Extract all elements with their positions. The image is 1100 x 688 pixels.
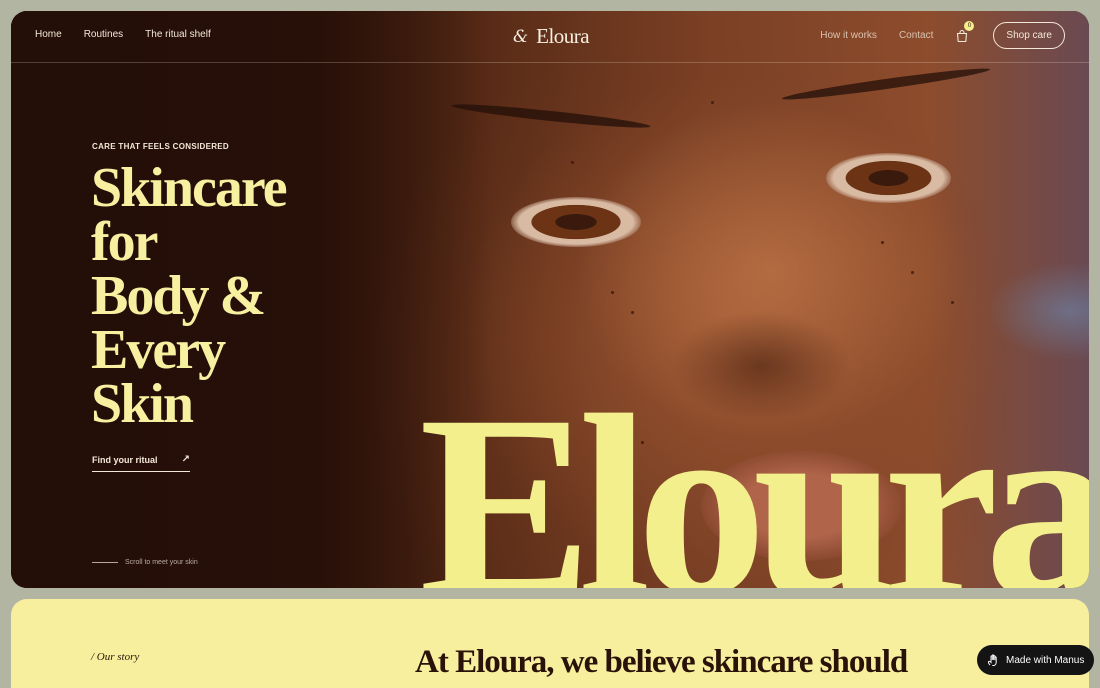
shop-care-button[interactable]: Shop care <box>993 22 1065 49</box>
nav-left-links: Home Routines The ritual shelf <box>35 29 211 40</box>
nav-link-home[interactable]: Home <box>35 29 62 40</box>
nav-link-ritual-shelf[interactable]: The ritual shelf <box>145 29 211 40</box>
headline-line: for <box>91 211 159 273</box>
badge-label: Made with Manus <box>1006 654 1085 666</box>
scroll-hint-text: Scroll to meet your skin <box>125 559 198 566</box>
right-eye <box>826 153 951 203</box>
nav-link-routines[interactable]: Routines <box>84 29 123 40</box>
nav-link-contact[interactable]: Contact <box>899 30 933 41</box>
hero-eyebrow: CARE THAT FEELS CONSIDERED <box>92 142 229 151</box>
headline-line: Skincare <box>91 157 288 219</box>
hero-brand-wordmark: Eloura <box>419 362 1089 588</box>
cta-label: Find your ritual <box>92 454 158 465</box>
story-heading: At Eloura, we believe skincare should <box>415 644 908 680</box>
brand-logo[interactable]: & Eloura <box>513 24 590 49</box>
headline-line: Every <box>91 319 226 381</box>
logo-text: Eloura <box>536 24 590 48</box>
right-brow <box>781 64 991 104</box>
logo-mark-icon: & <box>513 26 529 47</box>
nav-link-how-it-works[interactable]: How it works <box>820 30 877 41</box>
nav-right-links: How it works Contact 0 Shop care <box>820 21 1065 49</box>
cart-count-badge: 0 <box>964 21 975 31</box>
find-your-ritual-link[interactable]: Find your ritual ↗ <box>92 454 190 472</box>
scroll-line <box>92 562 118 563</box>
headline-line: Body & <box>91 265 266 327</box>
left-eye <box>511 197 641 247</box>
shopping-bag-icon <box>957 29 968 43</box>
scroll-hint: Scroll to meet your skin <box>92 559 198 566</box>
hero-headline: Skincare for Body & Every Skin <box>91 157 331 435</box>
story-label: / Our story <box>91 651 140 663</box>
cart-button[interactable]: 0 <box>955 21 975 43</box>
headline-line: Skin <box>91 373 194 435</box>
arrow-up-right-icon: ↗ <box>181 454 190 465</box>
our-story-section: / Our story At Eloura, we believe skinca… <box>11 599 1089 688</box>
hero-section: Home Routines The ritual shelf & Eloura … <box>11 11 1089 588</box>
manus-hand-icon <box>987 654 997 666</box>
top-navigation: Home Routines The ritual shelf & Eloura … <box>11 11 1089 63</box>
made-with-manus-badge[interactable]: Made with Manus <box>977 645 1095 675</box>
